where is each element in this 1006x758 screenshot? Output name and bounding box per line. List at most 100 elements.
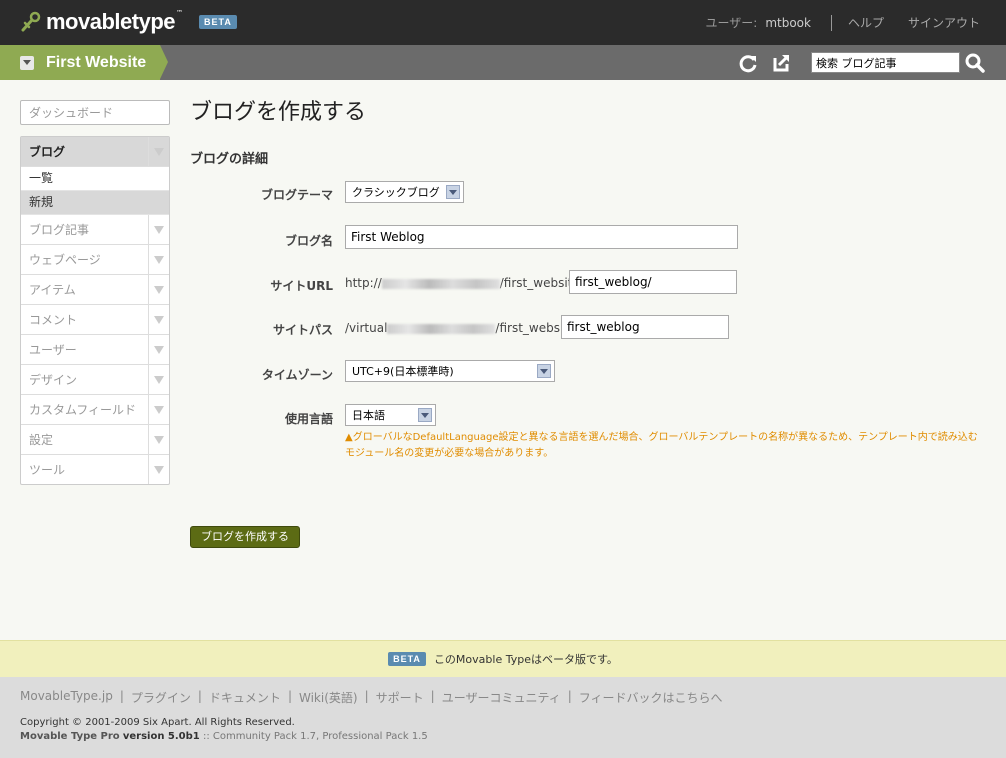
search-icon[interactable] <box>964 52 986 74</box>
logo[interactable]: movabletype ™ BETA <box>20 8 237 36</box>
blog-name-input[interactable] <box>345 225 738 249</box>
sidebar-item-label: 設定 <box>29 433 54 447</box>
sidebar-item-entries[interactable]: ブログ記事 <box>21 215 169 245</box>
sidebar-item-settings[interactable]: 設定 <box>21 425 169 455</box>
sidebar-item-tools[interactable]: ツール <box>21 455 169 484</box>
version-product: Movable Type Pro <box>20 731 120 742</box>
footer-separator: | <box>430 689 435 703</box>
sidebar-item-custom-fields[interactable]: カスタムフィールド <box>21 395 169 425</box>
sidebar-item-label: デザイン <box>29 373 78 387</box>
chevron-down-icon[interactable] <box>148 305 169 334</box>
footer-link-docs[interactable]: ドキュメント <box>209 689 281 706</box>
logo-text: movabletype <box>46 9 176 34</box>
footer-link-support[interactable]: サポート <box>376 689 424 706</box>
blurred-path <box>387 323 496 334</box>
help-link[interactable]: ヘルプ <box>848 14 884 31</box>
version-number: version 5.0b1 <box>122 731 200 742</box>
site-path-prefix: /virtual/first_website/ <box>345 321 579 335</box>
site-url-input[interactable] <box>569 270 737 294</box>
sidebar-item-label: コメント <box>29 313 78 327</box>
language-warning: ▲グローバルなDefaultLanguage設定と異なる言語を選んだ場合、グロー… <box>345 432 978 459</box>
sidebar: ダッシュボード ブログ 一覧 新規 ブログ記事 ウェブページ アイテム コメント… <box>20 100 170 485</box>
sidebar-item-label: カスタムフィールド <box>29 403 137 417</box>
footer-separator: | <box>364 689 369 703</box>
footer: MovableType.jp | プラグイン | ドキュメント | Wiki(英… <box>0 677 1006 758</box>
sidebar-item-label: アイテム <box>29 283 76 297</box>
sidebar-item-users[interactable]: ユーザー <box>21 335 169 365</box>
version-extra: :: Community Pack 1.7, Professional Pack… <box>202 731 428 742</box>
version-info: Movable Type Pro version 5.0b1 :: Commun… <box>20 731 428 742</box>
footer-separator: | <box>287 689 292 703</box>
site-switch-arrow <box>160 45 168 79</box>
footer-link-community[interactable]: ユーザーコミュニティ <box>442 689 561 706</box>
sidebar-item-label: ツール <box>29 463 66 477</box>
nav-divider <box>830 14 832 31</box>
chevron-down-icon[interactable] <box>148 425 169 454</box>
beta-badge: BETA <box>388 652 426 666</box>
site-switcher[interactable]: First Website <box>0 45 160 80</box>
chevron-down-icon[interactable] <box>537 364 551 378</box>
chevron-down-icon[interactable] <box>148 275 169 304</box>
footer-separator: | <box>197 689 202 703</box>
sidebar-menu: ブログ 一覧 新規 ブログ記事 ウェブページ アイテム コメント ユーザー デザ… <box>20 136 170 485</box>
footer-separator: | <box>567 689 572 703</box>
sidebar-item-label: ブログ <box>29 145 66 159</box>
sidebar-subitem-new[interactable]: 新規 <box>21 191 169 215</box>
sidebar-item-blog[interactable]: ブログ <box>21 137 169 167</box>
username-link[interactable]: mtbook <box>765 16 811 30</box>
page-title: ブログを作成する <box>190 100 367 125</box>
timezone-select-value: UTC+9(日本標準時) <box>352 365 454 378</box>
site-url-label: サイトURL <box>270 279 333 293</box>
site-path-input[interactable] <box>561 315 729 339</box>
sidebar-item-label: ユーザー <box>29 343 77 357</box>
site-url-prefix-start: http:// <box>345 276 382 290</box>
sidebar-item-webpages[interactable]: ウェブページ <box>21 245 169 275</box>
main-content: ブログを作成する ブログの詳細 ブログテーマ クラシックブログ ブログ名 サイト… <box>190 98 990 548</box>
chevron-down-icon[interactable] <box>148 335 169 364</box>
chevron-down-icon[interactable] <box>148 215 169 244</box>
refresh-icon[interactable] <box>737 52 759 74</box>
footer-link-movabletype[interactable]: MovableType.jp <box>20 689 113 706</box>
chevron-down-icon[interactable] <box>148 137 169 166</box>
theme-select[interactable]: クラシックブログ <box>345 181 464 203</box>
theme-label: ブログテーマ <box>260 188 333 202</box>
beta-badge: BETA <box>199 15 237 29</box>
chevron-down-icon[interactable] <box>418 408 432 422</box>
chevron-down-icon[interactable] <box>148 245 169 274</box>
search-input[interactable] <box>811 52 960 73</box>
signout-link[interactable]: サインアウト <box>908 14 980 31</box>
footer-link-feedback[interactable]: フィードバックはこちらへ <box>579 689 723 706</box>
theme-select-value: クラシックブログ <box>352 186 440 199</box>
sidebar-item-assets[interactable]: アイテム <box>21 275 169 305</box>
user-nav: ユーザー: mtbook ヘルプ サインアウト <box>705 14 980 31</box>
sidebar-item-design[interactable]: デザイン <box>21 365 169 395</box>
beta-banner: BETA このMovable Typeはベータ版です。 <box>0 640 1006 677</box>
language-select[interactable]: 日本語 <box>345 404 436 426</box>
chevron-down-icon[interactable] <box>148 395 169 424</box>
chevron-down-icon[interactable] <box>446 185 460 199</box>
view-site-icon[interactable] <box>770 52 792 74</box>
blurred-domain <box>381 278 500 289</box>
chevron-down-icon[interactable] <box>148 365 169 394</box>
section-title: ブログの詳細 <box>190 152 269 167</box>
language-label: 使用言語 <box>284 412 333 426</box>
beta-message: このMovable Typeはベータ版です。 <box>433 653 618 666</box>
sidebar-item-comments[interactable]: コメント <box>21 305 169 335</box>
user-label: ユーザー: <box>705 16 758 30</box>
logo-trademark: ™ <box>176 9 183 17</box>
site-path-label: サイトパス <box>272 323 333 337</box>
site-menu-dropdown-icon[interactable] <box>20 55 34 70</box>
footer-link-wiki[interactable]: Wiki(英語) <box>299 689 358 706</box>
sidebar-subitem-list[interactable]: 一覧 <box>21 167 169 191</box>
dashboard-link[interactable]: ダッシュボード <box>20 100 170 125</box>
sidebar-item-label: ブログ記事 <box>29 223 90 237</box>
blog-name-label: ブログ名 <box>284 234 333 248</box>
create-blog-button[interactable]: ブログを作成する <box>190 526 300 548</box>
top-bar: movabletype ™ BETA ユーザー: mtbook ヘルプ サインア… <box>0 0 1006 45</box>
chevron-down-icon[interactable] <box>148 455 169 484</box>
copyright: Copyright © 2001-2009 Six Apart. All Rig… <box>20 717 295 728</box>
site-name: First Website <box>46 53 147 71</box>
footer-link-plugins[interactable]: プラグイン <box>131 689 191 706</box>
timezone-select[interactable]: UTC+9(日本標準時) <box>345 360 555 382</box>
footer-links: MovableType.jp | プラグイン | ドキュメント | Wiki(英… <box>20 689 723 706</box>
